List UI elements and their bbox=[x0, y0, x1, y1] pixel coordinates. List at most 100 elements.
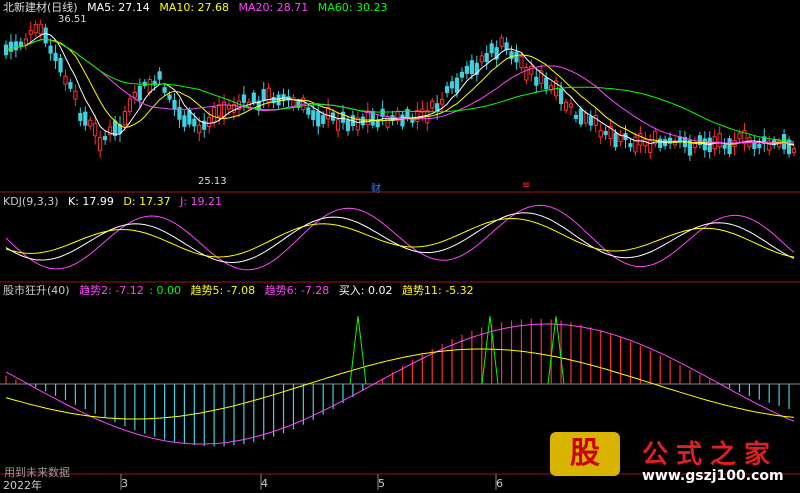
candle-body bbox=[23, 38, 28, 45]
candle-body bbox=[261, 89, 266, 101]
moving-averages bbox=[5, 32, 795, 146]
ma5-value: MA5: 27.14 bbox=[87, 1, 150, 14]
candle-body bbox=[162, 87, 167, 93]
candle-body bbox=[504, 42, 509, 50]
gszs-title: 股市狂升(40) bbox=[3, 284, 70, 297]
candle-body bbox=[182, 115, 187, 127]
candle-body bbox=[63, 75, 68, 85]
trend5-value: 趋势5: -7.08 bbox=[190, 284, 256, 297]
candle-body bbox=[68, 82, 73, 89]
candle-body bbox=[88, 119, 93, 127]
kdj-lines bbox=[5, 204, 795, 271]
candle-body bbox=[221, 101, 227, 118]
ma10-value: MA10: 27.68 bbox=[159, 1, 230, 14]
trend11-value: 趋势11: -5.32 bbox=[402, 284, 474, 297]
gszs-panel-header: 股市狂升(40) 趋势2: -7.12 : 0.00 趋势5: -7.08 趋势… bbox=[3, 284, 480, 297]
candle-body bbox=[58, 57, 63, 73]
finance-marker[interactable]: 财 bbox=[371, 180, 381, 195]
ma-line bbox=[5, 32, 795, 146]
axis-label-month-3: 3 bbox=[121, 477, 128, 490]
buy-value: 买入: 0.02 bbox=[338, 284, 393, 297]
axis-label-month-6: 6 bbox=[496, 477, 503, 490]
trend6-value: 趋势6: -7.28 bbox=[264, 284, 330, 297]
candle-body bbox=[459, 71, 465, 78]
candle-body bbox=[251, 92, 256, 103]
candle-body bbox=[534, 76, 539, 86]
kdj-j-value: J: 19.21 bbox=[180, 195, 223, 208]
buy-signal-spike bbox=[481, 315, 499, 385]
candle-body bbox=[588, 115, 593, 126]
candle-body bbox=[112, 120, 118, 137]
candle-body bbox=[544, 77, 549, 90]
ma60-value: MA60: 30.23 bbox=[317, 1, 388, 14]
candle-body bbox=[598, 129, 603, 138]
candle-body bbox=[479, 55, 484, 63]
candle-body bbox=[98, 136, 103, 152]
candle-body bbox=[737, 132, 742, 140]
candle-body bbox=[192, 118, 197, 127]
candle-body bbox=[400, 114, 405, 127]
candle-body bbox=[167, 94, 172, 100]
candle-body bbox=[449, 81, 455, 89]
candle-body bbox=[499, 37, 504, 47]
candle-body bbox=[583, 112, 588, 124]
candle-body bbox=[137, 85, 142, 101]
kdj-panel-header: KDJ(9,3,3) K: 17.99 D: 17.37 J: 19.21 bbox=[3, 195, 228, 208]
candle-body bbox=[43, 27, 48, 44]
candle-body bbox=[93, 123, 98, 137]
candle-body bbox=[83, 111, 88, 126]
candle-body bbox=[469, 60, 474, 74]
candle-body bbox=[573, 114, 579, 119]
low-price-label: 25.13 bbox=[198, 176, 227, 187]
candle-body bbox=[444, 86, 450, 94]
event-marker[interactable]: ≡ bbox=[522, 180, 530, 191]
candle-body bbox=[430, 100, 435, 109]
candle-body bbox=[628, 143, 633, 148]
candle-body bbox=[8, 41, 14, 52]
ma20-value: MA20: 28.71 bbox=[238, 1, 309, 14]
candle-body bbox=[638, 133, 643, 146]
candle-body bbox=[464, 65, 470, 74]
candle-body bbox=[157, 71, 162, 80]
kdj-d-value: D: 17.37 bbox=[123, 195, 171, 208]
candle-body bbox=[73, 90, 78, 100]
candle-body bbox=[172, 100, 177, 109]
candle-body bbox=[727, 138, 732, 155]
candle-body bbox=[757, 144, 762, 149]
candle-body bbox=[722, 144, 727, 149]
candle-body bbox=[53, 52, 58, 61]
candle-body bbox=[311, 110, 316, 121]
candle-body bbox=[241, 94, 246, 103]
gszs-histogram bbox=[5, 315, 795, 447]
candle-body bbox=[147, 78, 152, 93]
candle-body bbox=[78, 112, 83, 121]
candle-body bbox=[132, 91, 137, 98]
candle-body bbox=[519, 55, 524, 69]
candle-body bbox=[578, 108, 583, 125]
candle-body bbox=[786, 139, 792, 155]
main-panel-header: 北新建材(日线) MA5: 27.14 MA10: 27.68 MA20: 28… bbox=[3, 1, 393, 14]
kdj-title: KDJ(9,3,3) bbox=[3, 195, 59, 208]
candle-body bbox=[648, 139, 653, 153]
ma-line bbox=[5, 38, 795, 146]
candle-body bbox=[103, 135, 108, 141]
watermark: 股 公式之家 www.gszj100.com bbox=[550, 432, 796, 486]
candle-body bbox=[207, 117, 212, 128]
candle-body bbox=[212, 107, 217, 123]
candle-body bbox=[276, 94, 281, 106]
watermark-logo: 股 bbox=[550, 432, 620, 476]
candle-body bbox=[360, 116, 365, 126]
candle-body bbox=[127, 98, 132, 112]
candle-body bbox=[558, 88, 564, 105]
candle-body bbox=[48, 45, 53, 54]
candle-body bbox=[13, 41, 19, 51]
candle-body bbox=[122, 110, 128, 126]
candle-body bbox=[524, 66, 529, 81]
candle-body bbox=[415, 109, 420, 122]
candle-body bbox=[440, 98, 445, 105]
candle-body bbox=[603, 130, 608, 136]
candle-body bbox=[33, 23, 38, 34]
candle-body bbox=[18, 41, 23, 47]
candle-body bbox=[217, 104, 222, 117]
axis-label-month-4: 4 bbox=[261, 477, 268, 490]
